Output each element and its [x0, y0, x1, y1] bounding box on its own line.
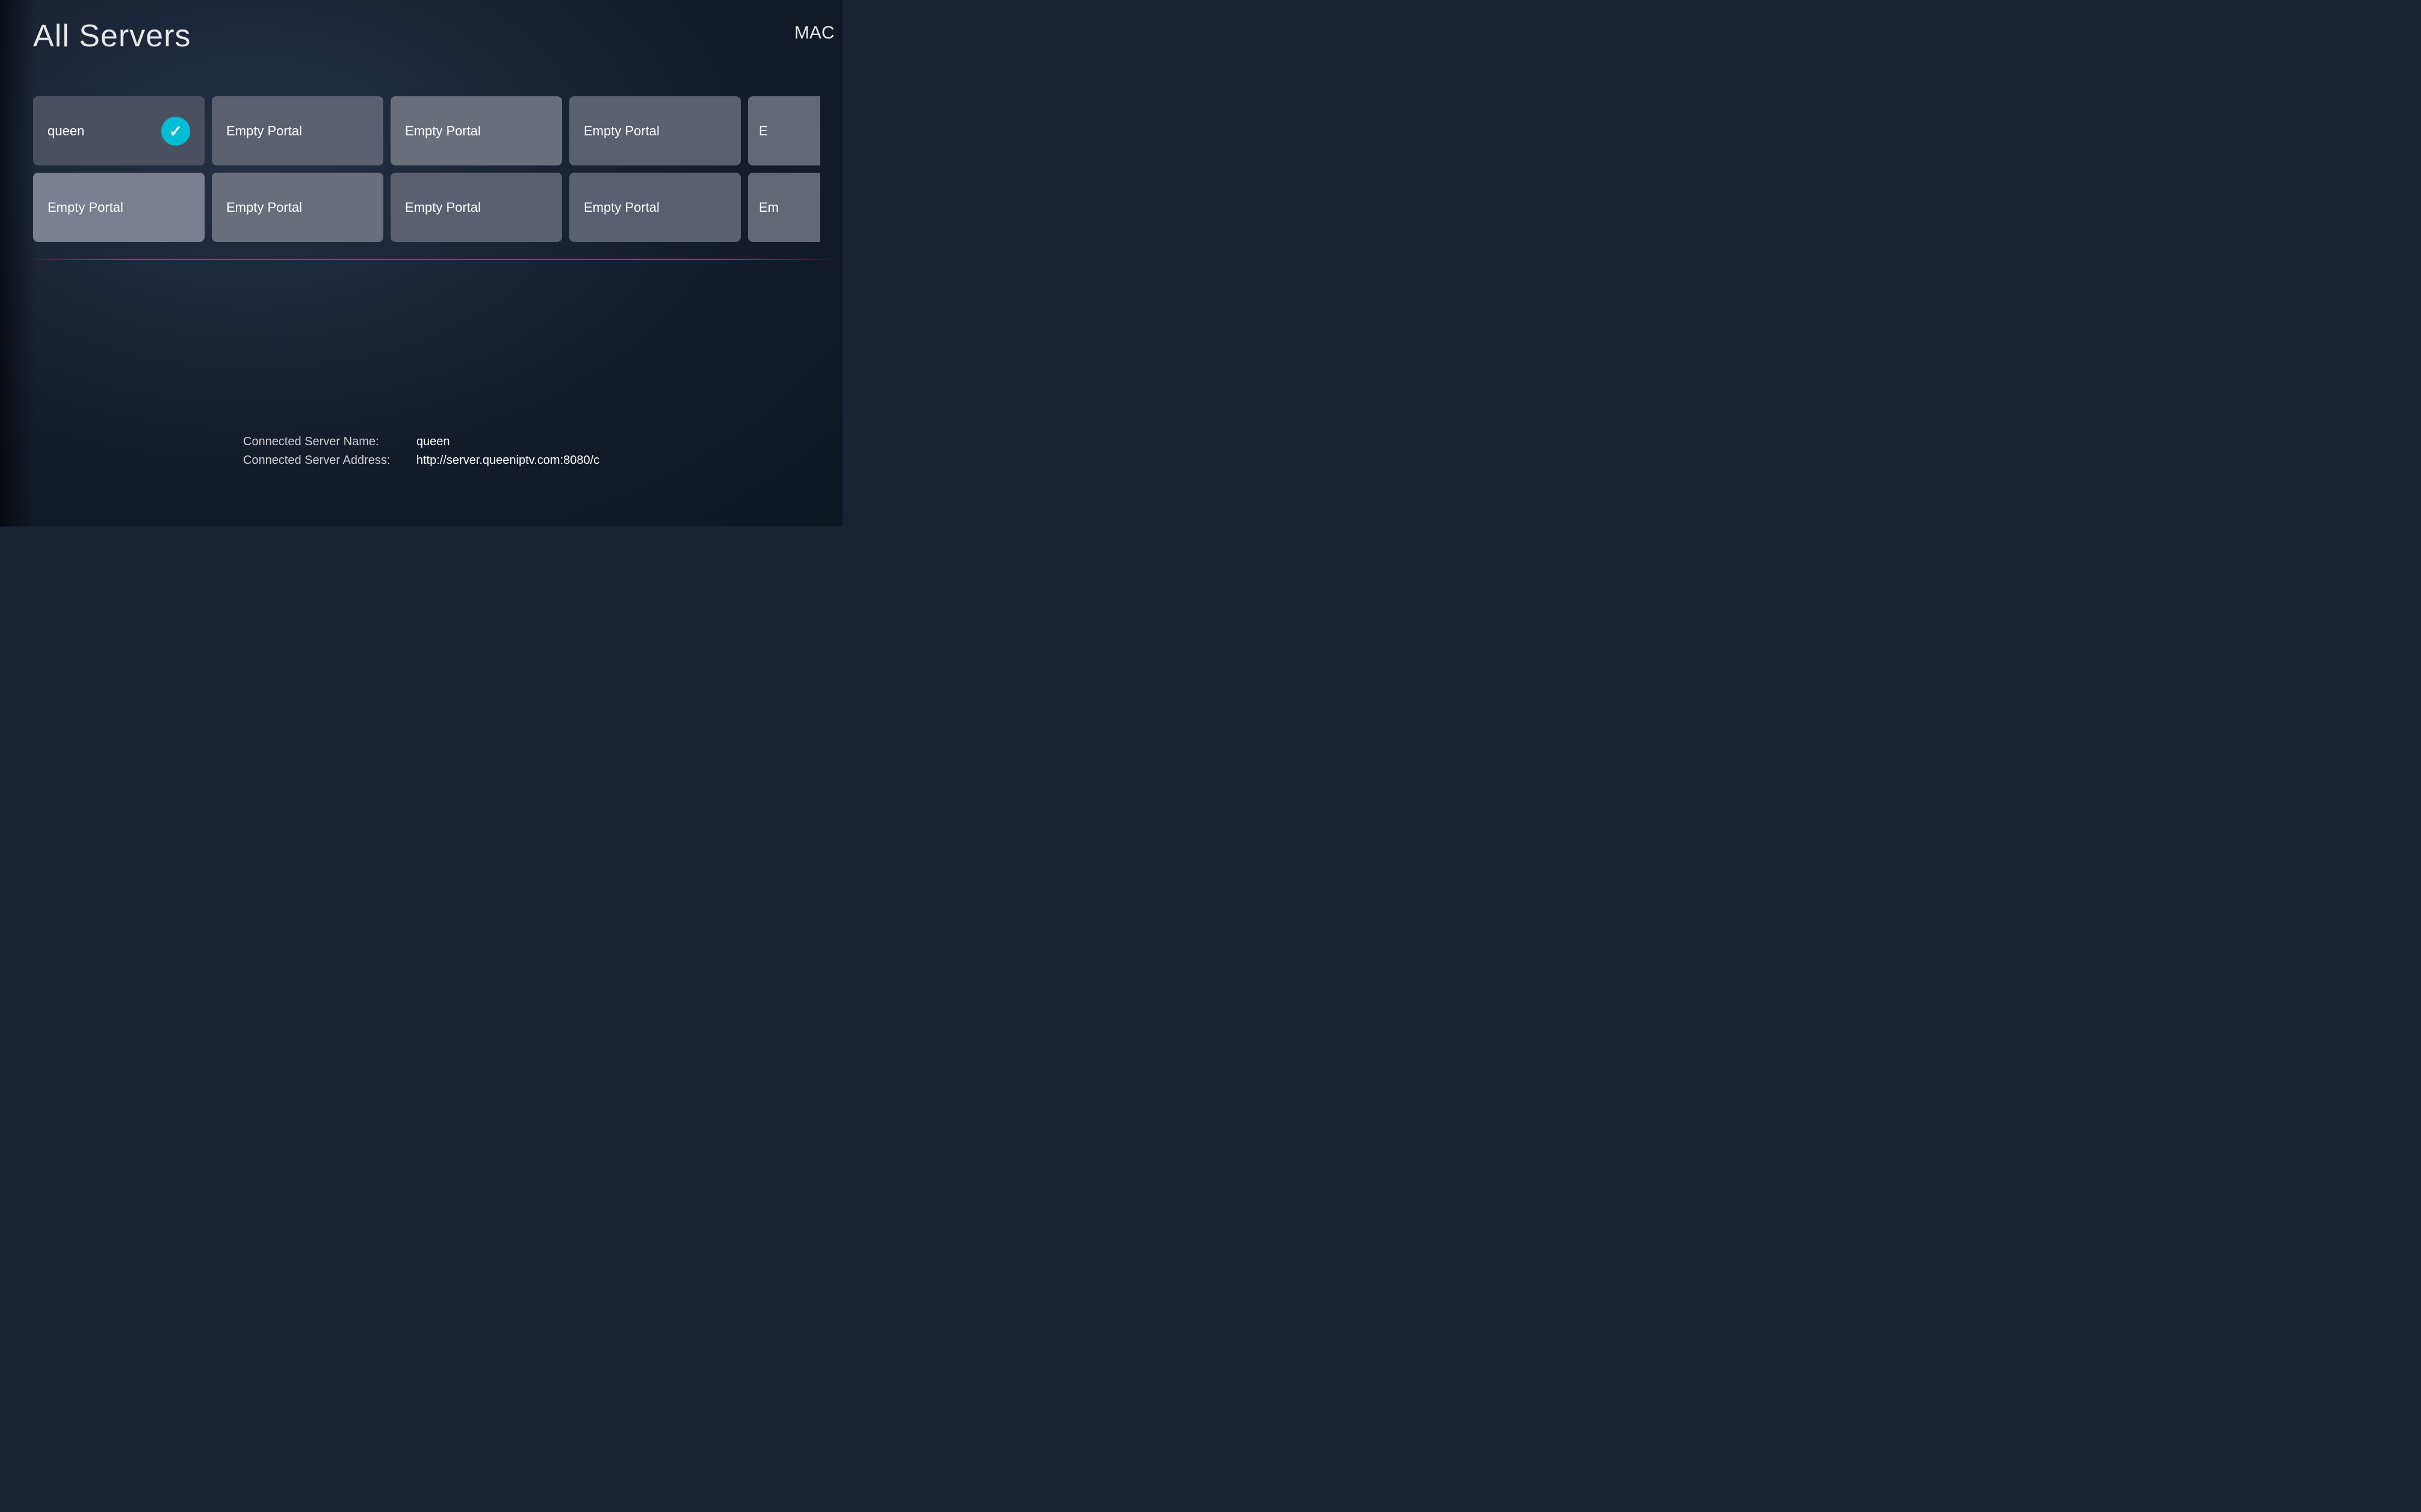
server-address-row: Connected Server Address: http://server.… [243, 454, 599, 467]
server-address-value: http://server.queeniptv.com:8080/c [416, 454, 599, 467]
server-tile-partial1[interactable]: E [748, 96, 820, 165]
server-tile-empty2[interactable]: Empty Portal [391, 96, 562, 165]
check-icon [161, 117, 190, 146]
server-tile-empty1[interactable]: Empty Portal [212, 96, 383, 165]
server-tile-empty3[interactable]: Empty Portal [569, 96, 741, 165]
server-tile-empty7-label: Empty Portal [405, 200, 481, 215]
server-tile-empty5[interactable]: Empty Portal [33, 173, 205, 242]
server-tile-empty2-label: Empty Portal [405, 123, 481, 139]
server-tile-empty1-label: Empty Portal [226, 123, 302, 139]
server-tile-partial2[interactable]: Em [748, 173, 820, 242]
server-tile-partial1-label: E [759, 123, 768, 139]
server-tile-queen[interactable]: queen [33, 96, 205, 165]
page-title: All Servers [33, 18, 191, 54]
mac-label: MAC [794, 23, 843, 43]
server-address-label: Connected Server Address: [243, 454, 412, 467]
server-name-label: Connected Server Name: [243, 435, 412, 449]
divider-line [0, 259, 843, 260]
server-tile-empty6-label: Empty Portal [226, 200, 302, 215]
server-grid: queen Empty Portal Empty Portal Empty Po… [33, 96, 843, 242]
page-content: All Servers MAC queen Empty Portal Empty… [0, 0, 843, 526]
server-tile-empty8-label: Empty Portal [584, 200, 660, 215]
server-tile-empty3-label: Empty Portal [584, 123, 660, 139]
server-tile-queen-label: queen [48, 123, 84, 139]
server-tile-empty8[interactable]: Empty Portal [569, 173, 741, 242]
server-name-row: Connected Server Name: queen [243, 435, 599, 449]
server-tile-empty6[interactable]: Empty Portal [212, 173, 383, 242]
server-tile-empty7[interactable]: Empty Portal [391, 173, 562, 242]
server-name-value: queen [416, 435, 450, 449]
bottom-info: Connected Server Name: queen Connected S… [243, 435, 599, 472]
server-tile-partial2-label: Em [759, 200, 779, 215]
server-tile-empty5-label: Empty Portal [48, 200, 123, 215]
